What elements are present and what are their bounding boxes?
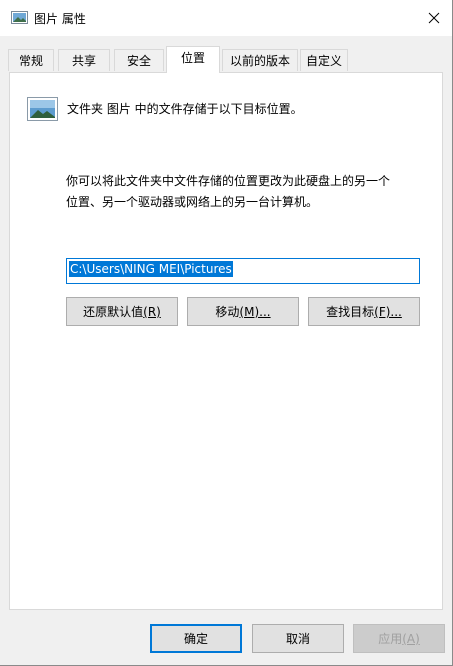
- location-path-input[interactable]: C:\Users\NING MEI\Pictures: [66, 258, 420, 284]
- restore-default-button[interactable]: 还原默认值 (R): [66, 297, 178, 326]
- ok-button[interactable]: 确定: [150, 624, 242, 653]
- close-button[interactable]: [420, 4, 448, 32]
- restore-label: 还原默认值: [83, 305, 144, 319]
- tab-sharing[interactable]: 共享: [58, 49, 110, 71]
- location-panel: 文件夹 图片 中的文件存储于以下目标位置。 你可以将此文件夹中文件存储的位置更改…: [9, 72, 443, 610]
- info-line-2: 位置、另一个驱动器或网络上的另一台计算机。: [66, 195, 319, 209]
- close-icon: [428, 12, 440, 24]
- restore-accel: (R): [143, 304, 161, 319]
- tab-previous-versions[interactable]: 以前的版本: [222, 49, 298, 71]
- ok-label: 确定: [183, 632, 208, 646]
- location-description: 文件夹 图片 中的文件存储于以下目标位置。: [67, 102, 303, 116]
- folder-pictures-icon: [27, 97, 58, 121]
- find-accel: (F)...: [374, 304, 402, 319]
- tab-general[interactable]: 常规: [8, 49, 54, 71]
- tab-security[interactable]: 安全: [114, 49, 164, 71]
- window-title: 图片 属性: [34, 12, 86, 26]
- tab-location[interactable]: 位置: [166, 46, 220, 73]
- location-info: 你可以将此文件夹中文件存储的位置更改为此硬盘上的另一个 位置、另一个驱动器或网络…: [66, 171, 426, 213]
- find-target-button[interactable]: 查找目标 (F)...: [308, 297, 420, 326]
- info-line-1: 你可以将此文件夹中文件存储的位置更改为此硬盘上的另一个: [66, 174, 391, 188]
- apply-accel: (A): [402, 631, 420, 646]
- find-label: 查找目标: [326, 305, 375, 319]
- folder-pictures-icon: [11, 11, 28, 24]
- path-selected-text: C:\Users\NING MEI\Pictures: [69, 261, 233, 277]
- tab-strip: 常规 共享 安全 位置 以前的版本 自定义: [8, 46, 448, 73]
- properties-window: 图片 属性 常规 共享 安全 位置 以前的版本 自定义 文件夹 图片 中的文件存…: [0, 0, 453, 666]
- cancel-button[interactable]: 取消: [252, 624, 344, 653]
- move-button[interactable]: 移动 (M)...: [187, 297, 299, 326]
- tab-customize[interactable]: 自定义: [300, 49, 348, 71]
- cancel-label: 取消: [285, 632, 310, 646]
- apply-label: 应用: [378, 632, 403, 646]
- move-accel: (M)...: [239, 304, 271, 319]
- apply-button: 应用 (A): [353, 624, 445, 653]
- title-bar: 图片 属性: [0, 0, 452, 36]
- move-label: 移动: [215, 305, 240, 319]
